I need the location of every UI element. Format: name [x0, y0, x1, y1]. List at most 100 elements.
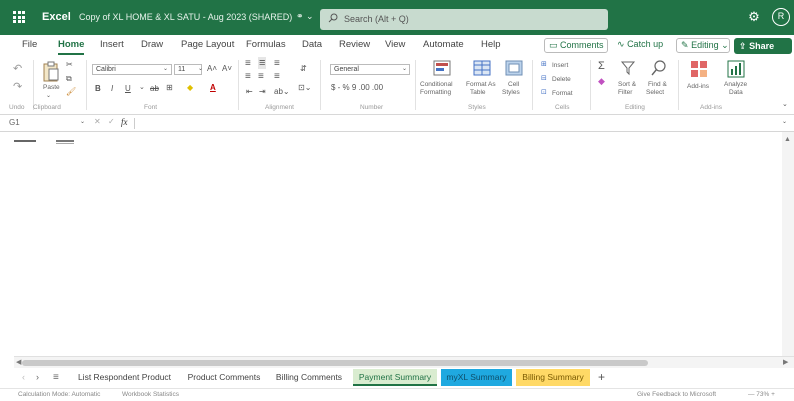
redo-icon[interactable]: ↷: [13, 80, 22, 93]
tab-automate[interactable]: Automate: [423, 39, 464, 50]
delete-cells-label[interactable]: Delete: [552, 76, 571, 84]
cell-styles-label-1: Cell: [508, 81, 520, 88]
format-as-table-icon[interactable]: [473, 60, 491, 76]
add-sheet-button[interactable]: +: [598, 370, 605, 384]
tab-review[interactable]: Review: [339, 39, 370, 50]
document-title[interactable]: Copy of XL HOME & XL SATU - Aug 2023 (SH…: [79, 12, 292, 22]
name-box[interactable]: G1: [2, 117, 88, 129]
grow-font-icon[interactable]: A˄: [207, 64, 217, 73]
orientation-icon[interactable]: ab⌄: [274, 87, 290, 96]
search-box[interactable]: Search (Alt + Q): [320, 9, 608, 30]
sort-filter-icon[interactable]: [620, 60, 636, 76]
bold-icon[interactable]: B: [95, 84, 101, 93]
format-as-table-label-2: Table: [470, 89, 486, 96]
paste-icon[interactable]: [42, 60, 60, 82]
sheet-tab-myxl-summary[interactable]: myXL Summary: [441, 369, 512, 386]
find-select-icon[interactable]: [650, 59, 668, 77]
wrap-text-icon[interactable]: ⇵: [300, 64, 307, 73]
fill-color-icon[interactable]: ◆: [187, 83, 193, 92]
format-cells-icon[interactable]: ⊡: [541, 88, 547, 96]
decrease-indent-icon[interactable]: ⇤: [246, 87, 253, 96]
align-center-icon[interactable]: ≡: [258, 71, 264, 82]
format-painter-icon[interactable]: 🖌: [66, 87, 76, 96]
strikethrough-icon[interactable]: ab: [150, 84, 159, 93]
delete-cells-icon[interactable]: ⊟: [541, 74, 547, 82]
conditional-formatting-icon[interactable]: [433, 60, 451, 76]
scroll-left-icon[interactable]: ◀: [16, 358, 21, 366]
zoom-control[interactable]: — 73% +: [748, 391, 775, 398]
catch-up-button[interactable]: ∿ Catch up: [613, 38, 670, 53]
ribbon-collapse-icon[interactable]: ⌄: [782, 100, 788, 108]
number-format-select[interactable]: General: [330, 64, 410, 75]
tab-help[interactable]: Help: [481, 39, 501, 50]
font-color-icon[interactable]: A: [210, 83, 216, 92]
next-sheet-icon[interactable]: ›: [36, 372, 39, 382]
sheet-tab-billing-summary[interactable]: Billing Summary: [516, 369, 590, 386]
cancel-entry-icon[interactable]: ✕: [94, 117, 101, 126]
editing-mode-button[interactable]: ✎ Editing ⌄: [676, 38, 730, 53]
catch-up-label: Catch up: [627, 39, 664, 49]
cell-styles-icon[interactable]: [505, 60, 523, 76]
give-feedback-link[interactable]: Give Feedback to Microsoft: [637, 391, 716, 398]
align-right-icon[interactable]: ≡: [274, 71, 280, 82]
add-ins-icon[interactable]: [690, 60, 708, 78]
align-top-icon[interactable]: ≡: [245, 58, 251, 69]
align-middle-icon[interactable]: ≡: [258, 57, 267, 69]
insert-function-icon[interactable]: fx: [121, 117, 128, 127]
tab-draw[interactable]: Draw: [141, 39, 163, 50]
number-format-buttons[interactable]: $ - % 9 .00 .00: [331, 83, 383, 92]
sheet-tab-billing-comments[interactable]: Billing Comments: [270, 369, 348, 386]
horizontal-scrollbar[interactable]: ◀ ▶: [14, 356, 794, 368]
italic-icon[interactable]: I: [111, 84, 113, 93]
expand-formula-icon[interactable]: ⌄: [782, 118, 787, 125]
autosum-icon[interactable]: Σ: [598, 60, 605, 72]
align-left-icon[interactable]: ≡: [245, 71, 251, 82]
increase-indent-icon[interactable]: ⇥: [259, 87, 266, 96]
scroll-up-icon[interactable]: ▲: [784, 136, 791, 143]
tab-view[interactable]: View: [385, 39, 405, 50]
tab-home[interactable]: Home: [58, 39, 84, 50]
undo-icon[interactable]: ↶: [13, 62, 22, 75]
all-sheets-menu-icon[interactable]: ≡: [53, 372, 59, 383]
formula-input[interactable]: [140, 117, 770, 129]
analyze-data-icon[interactable]: [727, 60, 745, 78]
comments-button[interactable]: ▭ Comments: [544, 38, 608, 53]
sheet-tab-product-comments[interactable]: Product Comments: [182, 369, 266, 386]
worksheet-grid[interactable]: [0, 132, 794, 356]
tab-file[interactable]: File: [22, 39, 37, 50]
scroll-right-icon[interactable]: ▶: [783, 358, 788, 366]
clear-icon[interactable]: ◆: [598, 76, 605, 87]
merge-center-icon[interactable]: ⊡⌄: [298, 83, 311, 92]
sheet-tab-payment-summary[interactable]: Payment Summary: [353, 369, 437, 386]
name-box-chevron-icon[interactable]: ⌄: [80, 118, 85, 125]
cut-icon[interactable]: ✂: [66, 60, 73, 69]
format-cells-label[interactable]: Format: [552, 90, 573, 98]
font-name-select[interactable]: Calibri: [92, 64, 172, 75]
tab-insert[interactable]: Insert: [100, 39, 124, 50]
underline-icon[interactable]: U: [125, 84, 131, 93]
insert-cells-icon[interactable]: ⊞: [541, 60, 547, 68]
vertical-scrollbar[interactable]: ▲: [782, 132, 794, 356]
align-bottom-icon[interactable]: ≡: [274, 58, 280, 69]
app-name[interactable]: Excel: [42, 11, 71, 23]
tab-formulas[interactable]: Formulas: [246, 39, 286, 50]
workbook-statistics[interactable]: Workbook Statistics: [122, 391, 179, 398]
scrollbar-thumb[interactable]: [22, 360, 648, 366]
avatar[interactable]: R: [772, 8, 790, 26]
borders-icon[interactable]: ⊞: [166, 83, 173, 92]
paste-chevron-icon[interactable]: ⌄: [46, 92, 51, 99]
document-menu-icon[interactable]: ⚭ ⌄: [296, 11, 314, 22]
tab-data[interactable]: Data: [302, 39, 322, 50]
share-button[interactable]: ⇪ Share: [734, 38, 792, 54]
app-launcher-icon[interactable]: [13, 11, 25, 23]
insert-cells-label[interactable]: Insert: [552, 62, 568, 70]
sheet-tab-list-respondent-product[interactable]: List Respondent Product: [70, 369, 179, 386]
tab-page-layout[interactable]: Page Layout: [181, 39, 234, 50]
confirm-entry-icon[interactable]: ✓: [108, 117, 115, 126]
underline-chevron-icon[interactable]: ⌄: [139, 83, 145, 91]
prev-sheet-icon[interactable]: ‹: [22, 372, 25, 382]
shrink-font-icon[interactable]: A˅: [222, 64, 232, 73]
settings-gear-icon[interactable]: ⚙: [746, 9, 762, 25]
calculation-mode[interactable]: Calculation Mode: Automatic: [18, 391, 100, 398]
copy-icon[interactable]: ⧉: [66, 74, 72, 84]
